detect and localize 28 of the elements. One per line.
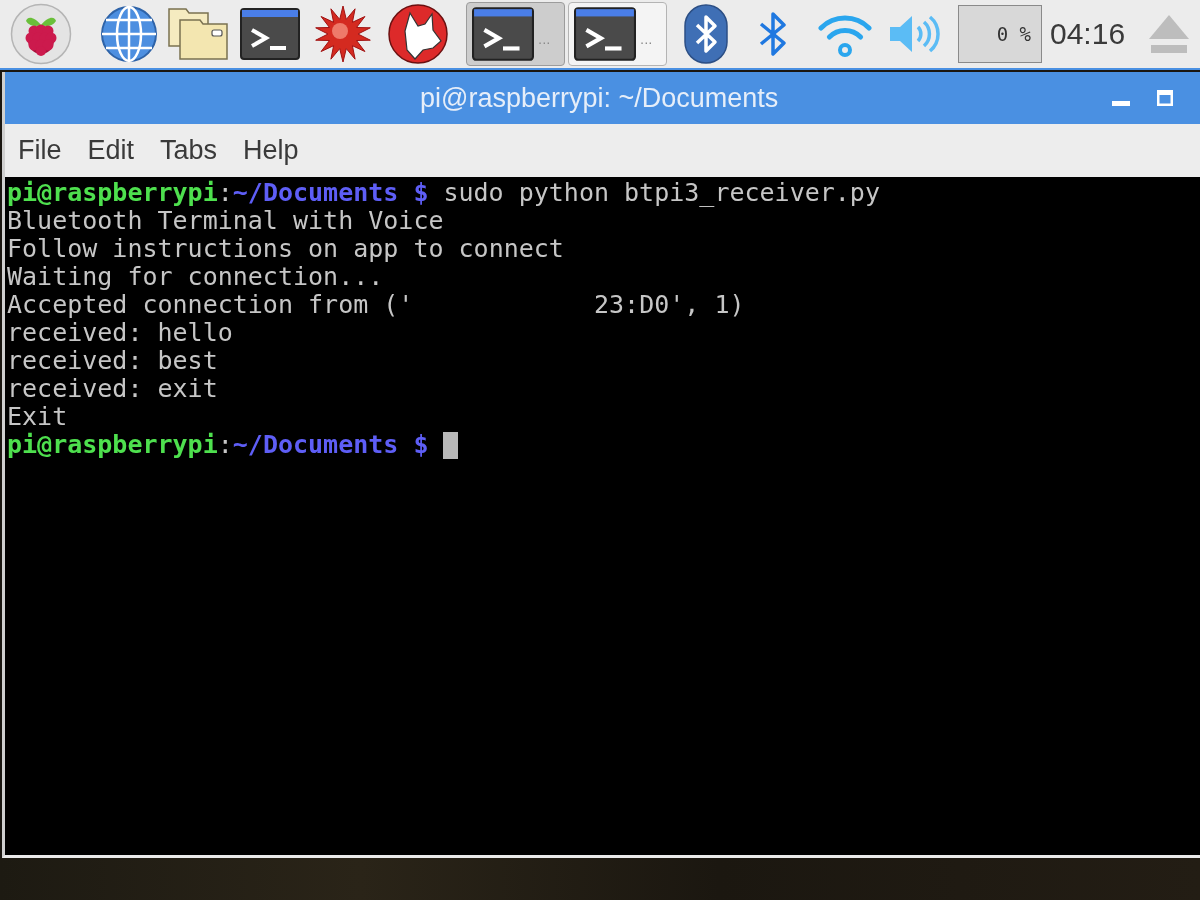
prompt-line: pi@raspberrypi:~/Documents $ (7, 431, 429, 459)
clock[interactable]: 04:16 (1050, 17, 1126, 51)
minimize-icon[interactable] (1112, 100, 1130, 106)
terminal-icon (472, 7, 534, 61)
menu-item[interactable]: Tabs (147, 135, 231, 166)
maximize-icon[interactable] (1157, 90, 1173, 106)
output-line: Bluetooth Terminal with Voice (7, 207, 444, 235)
output-line: Waiting for connection... (7, 263, 384, 291)
raspberry-menu-icon[interactable] (10, 3, 72, 65)
menu-item[interactable]: Help (230, 135, 312, 166)
prompt-line: pi@raspberrypi:~/Documents $ sudo python btpi3_receiver.py (7, 179, 880, 207)
output-line: Exit (7, 403, 68, 431)
wolf-head-icon[interactable] (388, 4, 448, 64)
window-title: pi@raspberrypi: ~/Documents (420, 82, 779, 114)
output-line: received: exit (7, 375, 218, 403)
starburst-icon[interactable] (314, 5, 372, 63)
menu-item[interactable]: File (5, 135, 75, 166)
terminal-icon (574, 7, 636, 61)
output-line: received: hello (7, 319, 233, 347)
output-line: received: best (7, 347, 218, 375)
output-line: Accepted connection from (' 23:D0', 1) (7, 291, 745, 319)
output-line: Follow instructions on app to connect (7, 235, 564, 263)
terminal-icon[interactable] (240, 8, 300, 60)
menu-item[interactable]: Edit (74, 135, 148, 166)
bluetooth-icon[interactable] (684, 4, 728, 64)
cpu-monitor: 0 % (958, 5, 1042, 63)
globe-icon[interactable] (100, 5, 158, 63)
folders-icon[interactable] (166, 6, 230, 62)
